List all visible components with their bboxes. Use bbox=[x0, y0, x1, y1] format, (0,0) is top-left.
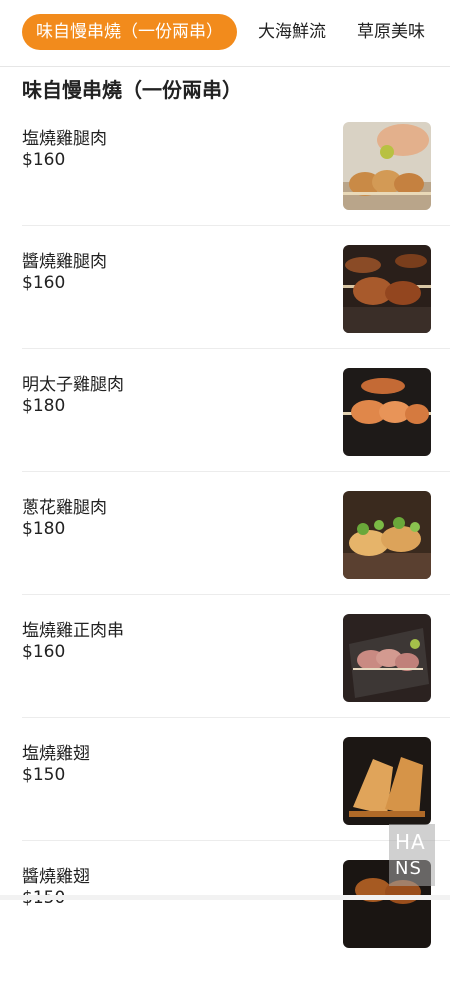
menu-item-name: 塩燒雞腿肉 bbox=[22, 129, 107, 149]
category-tab-bar: 味自慢串燒（一份兩串） 大海鮮流 草原美味 bbox=[0, 0, 450, 67]
tab-seafood[interactable]: 大海鮮流 bbox=[258, 14, 326, 50]
menu-item-name: 醬燒雞翅 bbox=[22, 867, 90, 887]
menu-item-photo[interactable] bbox=[343, 491, 431, 579]
divider bbox=[22, 348, 450, 349]
menu-item-name: 塩燒雞正肉串 bbox=[22, 621, 124, 641]
menu-item[interactable]: 塩燒雞腿肉 $160 bbox=[0, 122, 450, 244]
divider bbox=[22, 594, 450, 595]
menu-item-photo[interactable] bbox=[343, 368, 431, 456]
menu-item-price: $160 bbox=[22, 642, 66, 662]
divider bbox=[22, 471, 450, 472]
menu-item-photo[interactable] bbox=[343, 245, 431, 333]
divider bbox=[22, 840, 450, 841]
menu-item[interactable]: 塩燒雞翅 $150 bbox=[0, 737, 450, 859]
menu-item-photo[interactable] bbox=[343, 122, 431, 210]
menu-item-photo[interactable] bbox=[343, 614, 431, 702]
menu-item-photo[interactable] bbox=[343, 737, 431, 825]
menu-item[interactable]: 明太子雞腿肉 $180 bbox=[0, 368, 450, 490]
menu-item[interactable]: 醬燒雞翅 $150 bbox=[0, 860, 450, 982]
menu-item-name: 醬燒雞腿肉 bbox=[22, 252, 107, 272]
tab-yakitori[interactable]: 味自慢串燒（一份兩串） bbox=[22, 14, 237, 50]
tab-grassland[interactable]: 草原美味 bbox=[357, 14, 425, 50]
menu-item-price: $150 bbox=[22, 765, 66, 785]
menu-item-price: $160 bbox=[22, 273, 66, 293]
divider bbox=[22, 225, 450, 226]
menu-item-name: 蔥花雞腿肉 bbox=[22, 498, 107, 518]
menu-item-price: $180 bbox=[22, 519, 66, 539]
menu-item[interactable]: 蔥花雞腿肉 $180 bbox=[0, 491, 450, 613]
menu-item-name: 塩燒雞翅 bbox=[22, 744, 90, 764]
menu-item-price: $180 bbox=[22, 396, 66, 416]
section-title: 味自慢串燒（一份兩串） bbox=[22, 78, 242, 102]
menu-item[interactable]: 醬燒雞腿肉 $160 bbox=[0, 245, 450, 367]
menu-item[interactable]: 塩燒雞正肉串 $160 bbox=[0, 614, 450, 736]
menu-item-price: $160 bbox=[22, 150, 66, 170]
menu-item-name: 明太子雞腿肉 bbox=[22, 375, 124, 395]
bottom-edge bbox=[0, 895, 450, 900]
watermark-logo: HA NS bbox=[389, 824, 435, 886]
divider bbox=[22, 717, 450, 718]
